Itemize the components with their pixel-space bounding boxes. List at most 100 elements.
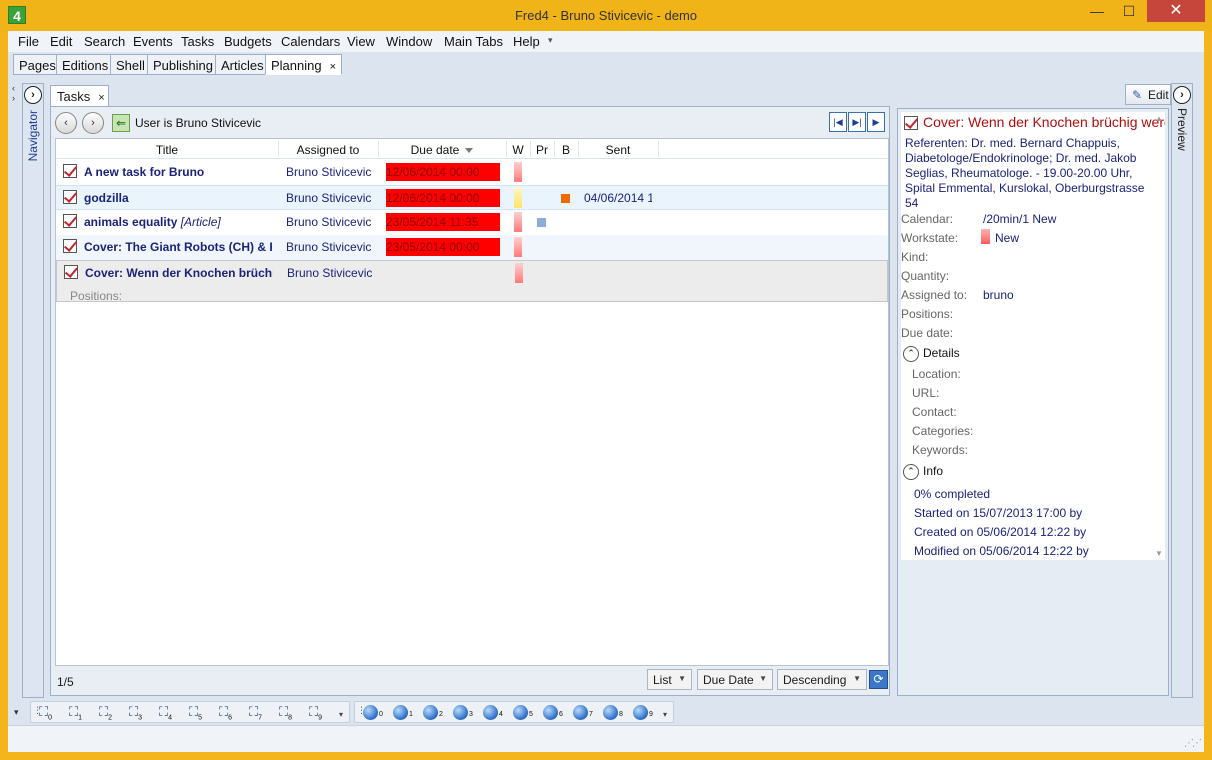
tab-shell[interactable]: Shell [110, 54, 151, 75]
navigator-label[interactable]: Navigator [26, 110, 40, 161]
next-page-icon[interactable]: ▶ [867, 112, 885, 132]
close-tab-icon[interactable]: × [330, 61, 336, 73]
scroll-down-icon[interactable]: ▼ [1155, 549, 1163, 558]
tab-publishing[interactable]: Publishing [147, 54, 219, 75]
menu-help[interactable]: Help [513, 34, 540, 49]
task-checkbox-icon[interactable] [63, 214, 77, 228]
globe-icon[interactable] [453, 705, 468, 720]
table-row[interactable]: animals equality [Article] Bruno Stivice… [56, 210, 888, 235]
menu-search[interactable]: Search [84, 34, 125, 49]
globe-icon[interactable] [363, 705, 378, 720]
globe-icon[interactable] [393, 705, 408, 720]
collapse-icon[interactable]: ⌃ [903, 346, 919, 362]
binoculars-icon[interactable]: ⛶8 [279, 704, 292, 722]
preview-scrollbar[interactable]: ▲ ▼ [1154, 112, 1164, 560]
preview-description: Referenten: Dr. med. Bernard Chappuis, D… [905, 136, 1145, 210]
forward-icon[interactable]: › [82, 112, 104, 134]
collapse-left-icon[interactable]: ‹ › [12, 83, 15, 103]
info-section-header[interactable]: ⌃ Info [903, 464, 943, 480]
globe-icon[interactable] [423, 705, 438, 720]
task-title[interactable]: Cover: Wenn der Knochen brüchig [85, 266, 273, 280]
globe-icon[interactable] [603, 705, 618, 720]
binoculars-icon[interactable]: ⛶7 [249, 704, 262, 722]
tab-articles[interactable]: Articles [215, 54, 270, 75]
globe-icon[interactable] [573, 705, 588, 720]
col-pr[interactable]: Pr [530, 143, 554, 157]
globe-icon[interactable] [543, 705, 558, 720]
task-title[interactable]: godzilla [84, 191, 272, 205]
table-row[interactable]: godzilla Bruno Stivicevic 12/06/2014 00:… [56, 185, 888, 210]
task-title[interactable]: A new task for Bruno [84, 165, 272, 179]
binoculars-icon[interactable]: ⛶3 [129, 704, 142, 722]
last-page-icon[interactable]: ▶| [848, 112, 866, 132]
collapse-icon[interactable]: ⌃ [903, 464, 919, 480]
chevron-down-icon[interactable]: ▾ [14, 707, 19, 718]
refresh-icon[interactable]: ⟳ [869, 670, 888, 689]
binoculars-icon[interactable]: ⛶6 [219, 704, 232, 722]
close-tab-icon[interactable]: × [98, 92, 104, 104]
tab-editions[interactable]: Editions [56, 54, 115, 75]
details-section-header[interactable]: ⌃ Details [903, 346, 960, 362]
menu-calendars[interactable]: Calendars [281, 34, 340, 49]
task-title[interactable]: animals equality [Article] [84, 215, 272, 229]
calendar-value[interactable]: /20min/1 New [983, 212, 1056, 226]
table-row[interactable]: A new task for Bruno Bruno Stivicevic 12… [56, 160, 888, 185]
menu-overflow-icon[interactable]: ▾ [548, 35, 553, 46]
task-checkbox-icon[interactable] [63, 190, 77, 204]
col-assigned[interactable]: Assigned to [278, 143, 378, 157]
col-due-date[interactable]: Due date [378, 143, 506, 157]
sort-order-select[interactable]: Descending ▼ [777, 669, 867, 690]
tab-planning[interactable]: Planning × [265, 54, 343, 75]
globe-icon[interactable] [483, 705, 498, 720]
scroll-up-icon[interactable]: ▲ [1155, 114, 1163, 123]
task-title[interactable]: Cover: The Giant Robots (CH) & Re [84, 240, 272, 254]
table-row[interactable]: Cover: The Giant Robots (CH) & Re Bruno … [56, 235, 888, 260]
binoculars-icon[interactable]: ⛶2 [99, 704, 112, 722]
table-row-selected[interactable]: Cover: Wenn der Knochen brüchig Bruno St… [56, 260, 888, 303]
globe-icon[interactable] [513, 705, 528, 720]
menu-tasks[interactable]: Tasks [181, 34, 214, 49]
menu-view[interactable]: View [347, 34, 375, 49]
edit-button[interactable]: ✎ Edit [1125, 84, 1171, 105]
task-checkbox-icon[interactable] [63, 164, 77, 178]
view-mode-select[interactable]: List ▼ [647, 669, 692, 690]
return-arrow-icon[interactable]: ⇐ [112, 114, 130, 132]
menu-window[interactable]: Window [386, 34, 432, 49]
col-b[interactable]: B [554, 143, 578, 157]
preview-strip-label[interactable]: Preview [1175, 108, 1189, 151]
menu-budgets[interactable]: Budgets [224, 34, 272, 49]
globe-icon[interactable] [633, 705, 648, 720]
binoculars-icon[interactable]: ⛶9 [309, 704, 322, 722]
binoculars-icon[interactable]: ⛶1 [69, 704, 82, 722]
expand-navigator-icon[interactable]: › [24, 86, 42, 104]
menu-file[interactable]: File [18, 34, 39, 49]
menu-edit[interactable]: Edit [50, 34, 72, 49]
first-page-icon[interactable]: |◀ [829, 112, 847, 132]
menu-main-tabs[interactable]: Main Tabs [444, 34, 503, 49]
tab-tasks[interactable]: Tasks × [50, 85, 109, 106]
resize-grip-icon[interactable]: ⋰⋰ [1184, 738, 1202, 749]
sort-field-select[interactable]: Due Date ▼ [697, 669, 773, 690]
task-checkbox-icon[interactable] [64, 265, 78, 279]
slot-number: 3 [469, 711, 473, 718]
toolbar-overflow-icon[interactable]: ▾ [663, 710, 667, 719]
maximize-button[interactable]: ☐ [1115, 0, 1143, 22]
toolbar-overflow-icon[interactable]: ▾ [339, 710, 343, 719]
col-title[interactable]: Title [56, 143, 278, 157]
col-sent[interactable]: Sent [578, 143, 658, 157]
close-button[interactable]: ✕ [1147, 0, 1205, 22]
binoculars-icon[interactable]: ⛶0 [39, 704, 52, 722]
tab-pages[interactable]: Pages [13, 54, 62, 75]
col-w[interactable]: W [506, 143, 530, 157]
back-icon[interactable]: ‹ [55, 112, 77, 134]
binoculars-icon[interactable]: ⛶4 [159, 704, 172, 722]
tab-label: Shell [116, 58, 145, 73]
task-checkbox-icon[interactable] [63, 239, 77, 253]
preview-strip[interactable]: › Preview [1171, 83, 1193, 698]
task-due-date: 12/06/2014 00:00 [386, 189, 500, 207]
menu-events[interactable]: Events [133, 34, 173, 49]
minimize-button[interactable]: — [1083, 0, 1111, 22]
binoculars-icon[interactable]: ⛶5 [189, 704, 202, 722]
navigator-strip[interactable]: › Navigator [22, 83, 44, 698]
expand-preview-icon[interactable]: › [1173, 86, 1191, 104]
